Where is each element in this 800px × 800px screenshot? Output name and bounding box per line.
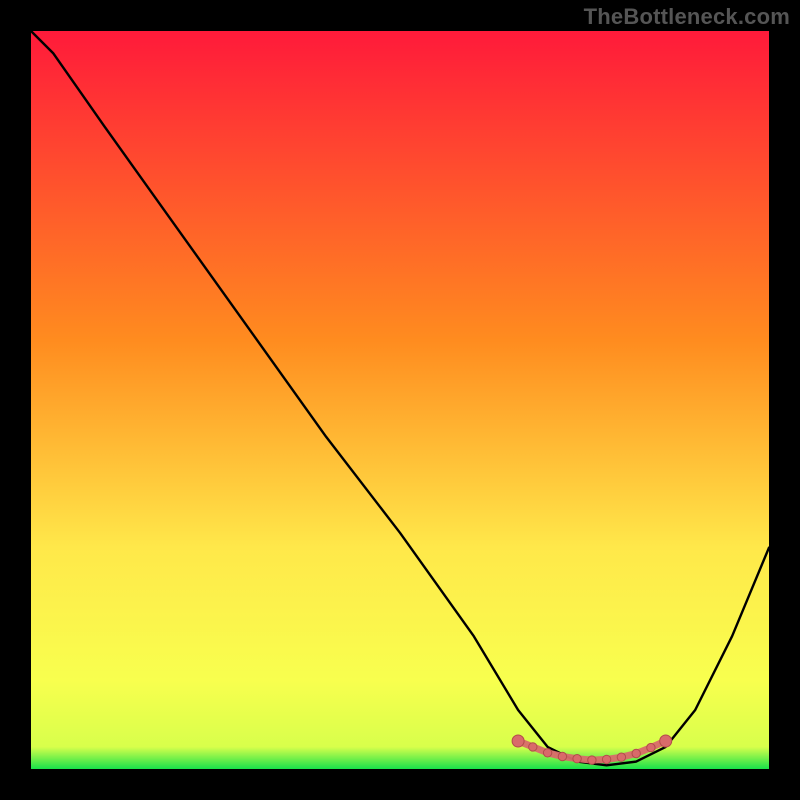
marker-dot xyxy=(558,752,566,760)
plot-area xyxy=(31,31,769,769)
optimal-range-markers xyxy=(31,31,769,769)
attribution-text: TheBottleneck.com xyxy=(584,4,790,30)
chart-frame: TheBottleneck.com xyxy=(0,0,800,800)
marker-dot xyxy=(602,755,610,763)
marker-dot xyxy=(647,743,655,751)
marker-dot xyxy=(617,753,625,761)
marker-dot xyxy=(660,735,672,747)
marker-dot xyxy=(588,756,596,764)
marker-dot xyxy=(632,749,640,757)
marker-dot xyxy=(512,735,524,747)
marker-dot xyxy=(543,749,551,757)
marker-dot xyxy=(529,743,537,751)
marker-dot xyxy=(573,755,581,763)
